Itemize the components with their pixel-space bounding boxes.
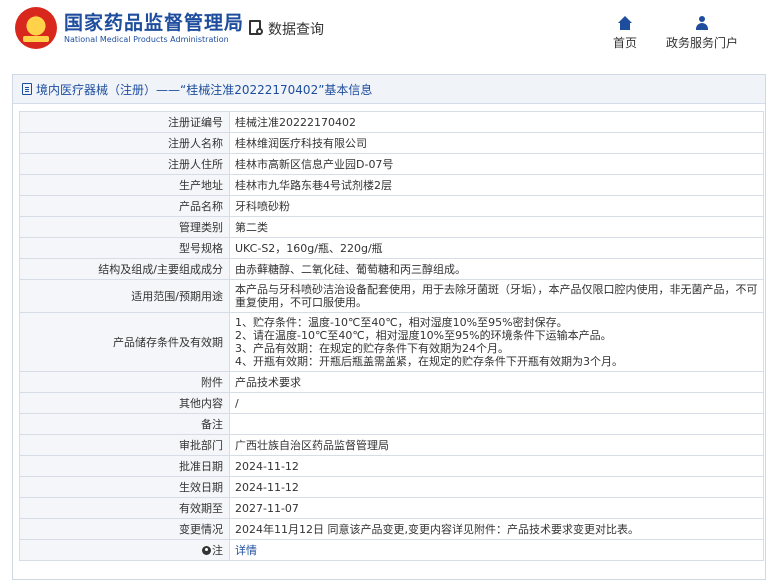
field-value: 桂林市高新区信息产业园D-07号: [229, 153, 764, 175]
attachment-value: 产品技术要求: [229, 371, 764, 393]
table-row: 管理类别 第二类: [19, 216, 764, 238]
table-row: 审批部门 广西壮族自治区药品监督管理局: [19, 434, 764, 456]
field-label: 批准日期: [19, 455, 230, 477]
field-label: 产品名称: [19, 195, 230, 217]
field-label: 注册人名称: [19, 132, 230, 154]
table-row: 产品储存条件及有效期 1、贮存条件：温度-10℃至40℃，相对湿度10%至95%…: [19, 312, 764, 372]
nav-service-portal-label: 政务服务门户: [665, 36, 738, 50]
info-table: 注册证编号 桂械注准20222170402 注册人名称 桂林维润医疗科技有限公司…: [19, 111, 764, 561]
panel-title: 境内医疗器械（注册）——“桂械注准20222170402”基本信息: [36, 82, 373, 97]
field-label: 附件: [19, 371, 230, 393]
field-label: 生效日期: [19, 476, 230, 498]
table-row: 注册人住所 桂林市高新区信息产业园D-07号: [19, 153, 764, 175]
data-query-label: 数据查询: [268, 22, 324, 38]
field-value: 2024-11-12: [229, 455, 764, 477]
table-row: 附件 产品技术要求: [19, 371, 764, 393]
field-label: 管理类别: [19, 216, 230, 238]
field-label: 结构及组成/主要组成成分: [19, 258, 230, 280]
note-label-cell: 注: [19, 539, 230, 561]
table-row: 型号规格 UKC-S2，160g/瓶、220g/瓶: [19, 237, 764, 259]
nav-home[interactable]: 首页: [607, 14, 643, 51]
user-icon: [695, 16, 709, 30]
field-label: 注册证编号: [19, 111, 230, 133]
field-value: 第二类: [229, 216, 764, 238]
field-label: 适用范围/预期用途: [19, 279, 230, 313]
site-header: ★ 国家药品监督管理局 National Medical Products Ad…: [0, 0, 766, 62]
home-icon: [618, 16, 632, 30]
detail-panel: 境内医疗器械（注册）——“桂械注准20222170402”基本信息 注册证编号 …: [12, 74, 766, 580]
nav-service-portal[interactable]: 政务服务门户: [662, 14, 742, 51]
field-value: 2024年11月12日 同意该产品变更,变更内容详见附件：产品技术要求变更对比表…: [229, 518, 764, 540]
field-label: 变更情况: [19, 518, 230, 540]
table-row: 其他内容 /: [19, 392, 764, 414]
field-label: 产品储存条件及有效期: [19, 312, 230, 372]
field-value: UKC-S2，160g/瓶、220g/瓶: [229, 237, 764, 259]
table-row: 备注: [19, 413, 764, 435]
note-bulb-icon: [202, 545, 211, 555]
nav-home-label: 首页: [612, 36, 637, 50]
table-row: 有效期至 2027-11-07: [19, 497, 764, 519]
table-row: 结构及组成/主要组成成分 由赤藓糖醇、二氧化硅、葡萄糖和丙三醇组成。: [19, 258, 764, 280]
table-row: 注册证编号 桂械注准20222170402: [19, 111, 764, 133]
field-label: 有效期至: [19, 497, 230, 519]
field-value: 桂林市九华路东巷4号试剂楼2层: [229, 174, 764, 196]
field-value: 广西壮族自治区药品监督管理局: [229, 434, 764, 456]
site-logo-subtitle: National Medical Products Administration: [64, 35, 229, 44]
field-value: 桂林维润医疗科技有限公司: [229, 132, 764, 154]
field-label: 生产地址: [19, 174, 230, 196]
document-search-icon: [249, 20, 265, 38]
field-value: [229, 413, 764, 435]
field-value: 牙科喷砂粉: [229, 195, 764, 217]
table-row: 产品名称 牙科喷砂粉: [19, 195, 764, 217]
site-logo-title[interactable]: 国家药品监督管理局: [64, 8, 244, 35]
field-value: 2027-11-07: [229, 497, 764, 519]
field-value: /: [229, 392, 764, 414]
field-label: 注册人住所: [19, 153, 230, 175]
table-row: 变更情况 2024年11月12日 同意该产品变更,变更内容详见附件：产品技术要求…: [19, 518, 764, 540]
table-row: 生产地址 桂林市九华路东巷4号试剂楼2层: [19, 174, 764, 196]
table-row: 注 详情: [19, 539, 764, 561]
field-value: 1、贮存条件：温度-10℃至40℃，相对湿度10%至95%密封保存。 2、请在温…: [229, 312, 764, 372]
table-row: 注册人名称 桂林维润医疗科技有限公司: [19, 132, 764, 154]
details-link[interactable]: 详情: [235, 544, 257, 557]
table-row: 批准日期 2024-11-12: [19, 455, 764, 477]
field-value: 本产品与牙科喷砂洁治设备配套使用，用于去除牙菌斑（牙垢），本产品仅限口腔内使用，…: [229, 279, 764, 313]
field-label: 审批部门: [19, 434, 230, 456]
panel-title-bar: 境内医疗器械（注册）——“桂械注准20222170402”基本信息: [13, 75, 765, 104]
table-row: 适用范围/预期用途 本产品与牙科喷砂洁治设备配套使用，用于去除牙菌斑（牙垢），本…: [19, 279, 764, 313]
field-label: 其他内容: [19, 392, 230, 414]
field-value: 由赤藓糖醇、二氧化硅、葡萄糖和丙三醇组成。: [229, 258, 764, 280]
data-query-link[interactable]: 数据查询: [249, 18, 324, 40]
field-value: 2024-11-12: [229, 476, 764, 498]
field-label: 备注: [19, 413, 230, 435]
field-label: 注: [212, 543, 223, 557]
field-value: 桂械注准20222170402: [229, 111, 764, 133]
national-emblem-icon: ★: [15, 7, 57, 49]
field-label: 型号规格: [19, 237, 230, 259]
document-icon: [22, 83, 32, 95]
table-row: 生效日期 2024-11-12: [19, 476, 764, 498]
